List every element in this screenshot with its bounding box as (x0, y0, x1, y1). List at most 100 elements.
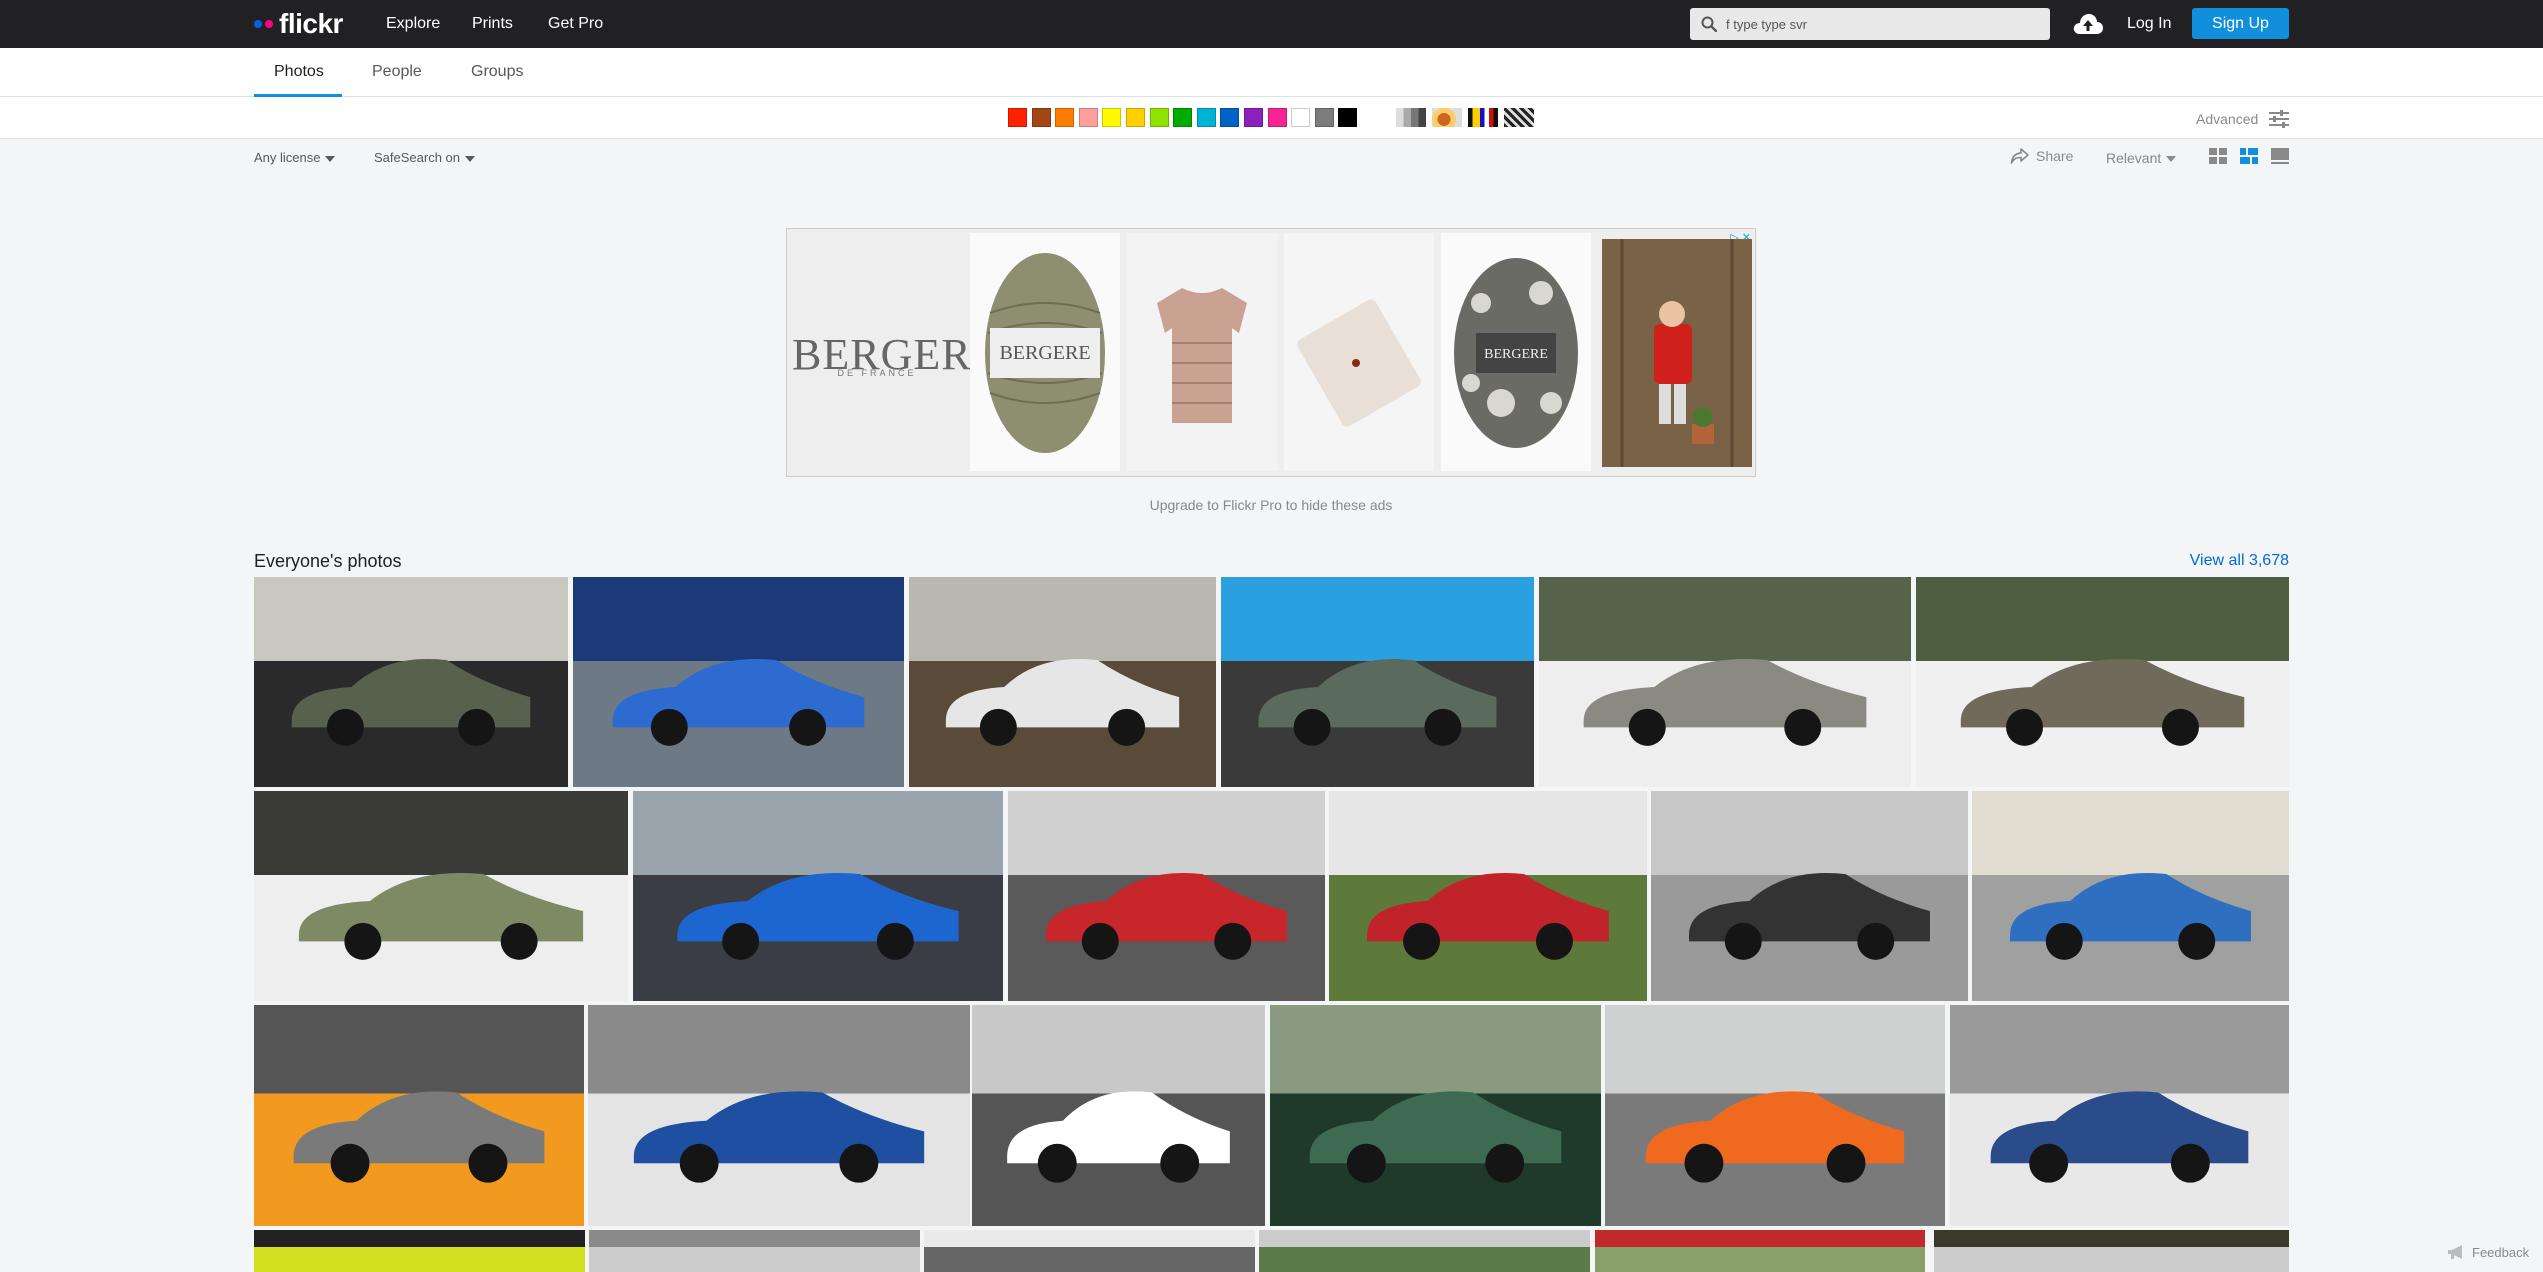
car-silhouette (291, 659, 531, 746)
search-input[interactable] (1726, 16, 2036, 32)
black-white-filter-icon[interactable] (1396, 108, 1426, 127)
photo-thumbnail[interactable] (1972, 791, 2289, 1001)
car-silhouette (1367, 873, 1609, 960)
car-wheel (1628, 708, 1666, 746)
photo-thumbnail[interactable] (1270, 1005, 1601, 1226)
ad-product-pouch[interactable] (1284, 233, 1434, 471)
share-icon (2010, 148, 2029, 164)
advertisement-banner[interactable]: BERGERE DE FRANCE ▷ ✕ BERGERE BERGERE (786, 228, 1756, 477)
photo-thumbnail[interactable] (1595, 1230, 1925, 1272)
shallow-depth-filter-icon[interactable] (1432, 108, 1462, 127)
color-swatch[interactable] (1220, 108, 1240, 127)
car-wheel (839, 1143, 879, 1183)
nav-prints[interactable]: Prints (472, 13, 513, 35)
large-view-icon[interactable] (2271, 148, 2289, 169)
justified-view-icon[interactable] (2240, 148, 2258, 169)
photo-thumbnail[interactable] (1916, 577, 2289, 787)
color-swatch[interactable] (1338, 108, 1358, 127)
color-swatch[interactable] (1173, 108, 1193, 127)
ad-product-sweater[interactable] (1127, 233, 1277, 471)
photo-thumbnail[interactable] (254, 1005, 584, 1226)
color-swatch[interactable] (1078, 108, 1098, 127)
advanced-search-link[interactable]: Advanced (2196, 111, 2258, 127)
car-wheel (722, 922, 760, 960)
photo-thumbnail[interactable] (254, 791, 628, 1001)
photo-thumbnail[interactable] (1934, 1230, 2289, 1272)
license-dropdown[interactable]: Any license (254, 150, 336, 166)
color-swatch[interactable] (1196, 108, 1216, 127)
sort-dropdown[interactable]: Relevant (2106, 150, 2177, 166)
ad-product-child-photo[interactable] (1602, 239, 1752, 467)
signup-button[interactable]: Sign Up (2192, 8, 2289, 39)
car-body (1583, 659, 1867, 728)
safesearch-dropdown[interactable]: SafeSearch on (374, 150, 476, 166)
nav-explore[interactable]: Explore (386, 13, 440, 35)
patterns-filter-icon[interactable] (1504, 108, 1534, 127)
chevron-down-icon (325, 155, 336, 162)
search-icon[interactable] (1690, 8, 1726, 40)
photo-thumbnail[interactable] (972, 1005, 1265, 1226)
color-swatch[interactable] (1267, 108, 1287, 127)
nav-get-pro[interactable]: Get Pro (548, 13, 603, 35)
photo-thumbnail[interactable] (1651, 791, 1968, 1001)
photo-thumbnail[interactable] (573, 577, 904, 787)
tab-photos[interactable]: Photos (274, 62, 324, 82)
photo-thumbnail[interactable] (1605, 1005, 1945, 1226)
photo-thumbnail[interactable] (1259, 1230, 1590, 1272)
upload-cloud-icon[interactable] (2072, 12, 2104, 41)
color-swatch[interactable] (1008, 108, 1027, 127)
share-button[interactable]: Share (2010, 147, 2073, 165)
search-tabs: Photos People Groups (0, 48, 2543, 97)
photo-thumbnail[interactable] (1539, 577, 1911, 787)
tab-people[interactable]: People (372, 62, 422, 82)
flickr-logo[interactable]: flickr (254, 9, 343, 39)
car-body (1367, 873, 1609, 942)
minimalist-filter-icon[interactable] (1468, 108, 1498, 127)
color-swatch[interactable] (1102, 108, 1122, 127)
section-title: Everyone's photos (254, 551, 402, 571)
photo-thumbnail[interactable] (1329, 791, 1647, 1001)
photo-thumbnail[interactable] (589, 1230, 920, 1272)
photo-thumbnail[interactable] (633, 791, 1003, 1001)
car-wheel (2161, 708, 2199, 746)
upgrade-pro-notice[interactable]: Upgrade to Flickr Pro to hide these ads (786, 497, 1756, 513)
car-wheel (979, 708, 1017, 746)
feedback-button[interactable]: Feedback (2446, 1244, 2529, 1260)
photo-thumbnail[interactable] (254, 1230, 585, 1272)
color-swatch[interactable] (1149, 108, 1169, 127)
car-body (1309, 1091, 1562, 1164)
sliders-icon[interactable] (2268, 110, 2290, 133)
ad-product-yarn-fur[interactable]: BERGERE (1441, 233, 1591, 471)
color-swatch[interactable] (1031, 108, 1051, 127)
photo-thumbnail[interactable] (1008, 791, 1325, 1001)
photo-thumbnail[interactable] (588, 1005, 970, 1226)
ad-product-yarn-green[interactable]: BERGERE (970, 233, 1120, 471)
color-swatch[interactable] (1291, 108, 1311, 127)
logo-pink-dot (265, 20, 273, 28)
photo-thumbnail[interactable] (254, 577, 568, 787)
tab-groups[interactable]: Groups (471, 62, 523, 82)
car-body (1007, 1091, 1230, 1164)
view-all-link[interactable]: View all 3,678 (2100, 552, 2289, 570)
photo-thumbnail[interactable] (909, 577, 1216, 787)
car-wheel (1424, 708, 1462, 746)
sort-label: Relevant (2106, 150, 2162, 166)
ad-brand-subtitle: DE FRANCE (837, 368, 917, 378)
search-box[interactable] (1690, 8, 2050, 40)
photo-thumbnail[interactable] (1221, 577, 1534, 787)
chevron-down-icon (2166, 156, 2177, 163)
color-swatch[interactable] (1125, 108, 1145, 127)
photo-thumbnail[interactable] (924, 1230, 1255, 1272)
megaphone-icon (2448, 1245, 2462, 1259)
car-wheel (2029, 1143, 2069, 1183)
car-body (633, 1091, 925, 1164)
photo-thumbnail[interactable] (1950, 1005, 2289, 1226)
color-swatch[interactable] (1314, 108, 1334, 127)
color-swatch[interactable] (1055, 108, 1075, 127)
car-wheel (344, 922, 382, 960)
car-body (1990, 1091, 2249, 1164)
grid-view-small-icon[interactable] (2209, 148, 2227, 169)
login-link[interactable]: Log In (2127, 13, 2171, 35)
color-swatch[interactable] (1243, 108, 1263, 127)
car-silhouette (1645, 1091, 1905, 1183)
